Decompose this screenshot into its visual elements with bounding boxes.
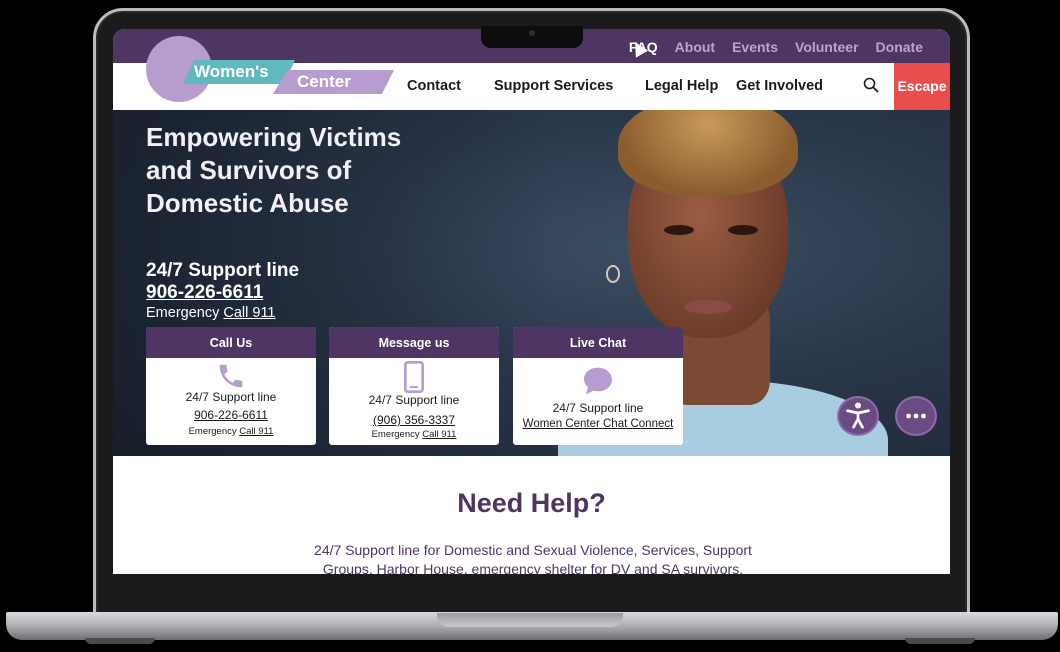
accessibility-icon [846, 402, 870, 429]
chat-bubble-icon [584, 367, 612, 395]
hero-call-911-link[interactable]: Call 911 [223, 305, 275, 321]
laptop-foot [905, 638, 975, 644]
escape-button[interactable]: Escape [894, 63, 950, 110]
card-phone-link[interactable]: 906-226-6611 [146, 408, 316, 422]
need-help-section: Need Help? 24/7 Support line for Domesti… [113, 456, 950, 574]
more-dots-icon [906, 413, 926, 419]
accessibility-button[interactable] [837, 396, 879, 436]
screen: FAQ About Events Volunteer Donate Women'… [113, 29, 950, 574]
logo-text-line2: Center [297, 72, 351, 91]
section-description: 24/7 Support line for Domestic and Sexua… [314, 542, 752, 574]
search-icon[interactable] [863, 77, 879, 93]
main-nav: Women's Center Contact Support Services … [113, 36, 950, 110]
events-link[interactable]: Events [732, 39, 778, 55]
hero-title: Empowering Victims and Survivors of Dome… [146, 122, 402, 218]
card-sms-link[interactable]: (906) 356-3337 [329, 413, 499, 427]
card-title: Message us [329, 327, 499, 358]
camera-icon [529, 30, 535, 36]
phone-icon [219, 364, 243, 388]
donate-link[interactable]: Donate [876, 39, 923, 55]
earring-icon [606, 265, 620, 283]
nav-support-services[interactable]: Support Services [494, 78, 613, 94]
laptop-groove [437, 613, 623, 627]
chat-connect-link[interactable]: Women Center Chat Connect [513, 418, 683, 430]
call-us-card: Call Us 24/7 Support line 906-226-6611 E… [146, 327, 316, 445]
camera-notch [481, 26, 583, 48]
logo-text-line1: Women's [194, 62, 269, 81]
card-title: Call Us [146, 327, 316, 358]
hero-support-label: 24/7 Support line [146, 260, 300, 281]
about-link[interactable]: About [675, 39, 715, 55]
card-call-911-link[interactable]: Call 911 [239, 426, 273, 437]
utility-links: FAQ About Events Volunteer Donate [629, 39, 923, 55]
message-us-card: Message us 24/7 Support line (906) 356-3… [329, 327, 499, 445]
more-options-button[interactable] [895, 396, 937, 436]
hero-banner: Empowering Victims and Survivors of Dome… [113, 110, 950, 456]
volunteer-link[interactable]: Volunteer [795, 39, 859, 55]
card-title: Live Chat [513, 327, 683, 358]
mobile-icon [404, 361, 424, 393]
laptop-foot [85, 638, 155, 644]
section-title: Need Help? [457, 488, 606, 518]
nav-legal-help[interactable]: Legal Help [645, 78, 718, 94]
live-chat-card: Live Chat 24/7 Support line Women Center… [513, 327, 683, 445]
nav-get-involved[interactable]: Get Involved [736, 78, 823, 94]
hero-emergency: Emergency Call 911 [146, 305, 276, 321]
nav-contact[interactable]: Contact [407, 78, 461, 94]
hero-phone-link[interactable]: 906-226-6611 [146, 282, 263, 304]
card-call-911-link[interactable]: Call 911 [422, 429, 456, 440]
